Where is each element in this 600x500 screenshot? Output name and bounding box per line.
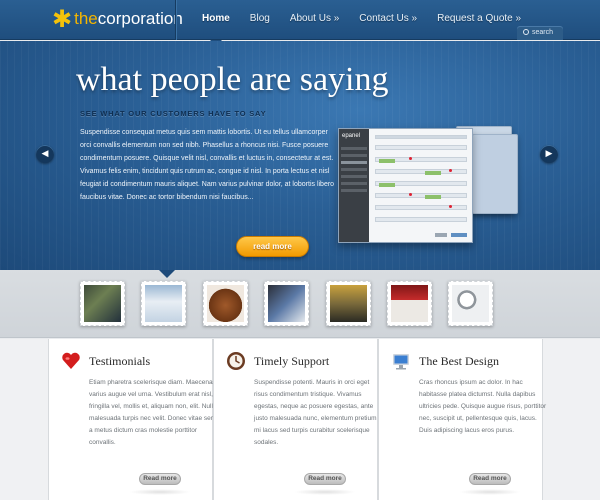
thumbnail[interactable] <box>80 281 125 326</box>
read-more-button[interactable]: Read more <box>469 473 511 485</box>
search-tab[interactable]: search <box>517 26 563 40</box>
chevron-right-icon[interactable]: ▶ <box>540 145 558 163</box>
sidebar-line <box>341 182 367 185</box>
toggle-on <box>425 171 441 175</box>
monitor-icon <box>393 354 409 370</box>
toggle-on <box>379 183 395 187</box>
read-more-button[interactable]: read more <box>236 236 309 257</box>
sidebar-line <box>341 189 367 192</box>
toggle-on <box>379 159 395 163</box>
thumbnail[interactable] <box>264 281 309 326</box>
search-icon <box>523 29 529 35</box>
main-nav: Home Blog About Us » Contact Us » Reques… <box>192 0 531 46</box>
nav-item-request-a-quote[interactable]: Request a Quote » <box>427 0 531 40</box>
heart-icon <box>62 352 80 369</box>
feature-text: Etiam pharetra scelerisque diam. Maecena… <box>89 379 217 446</box>
nav-label: Contact Us » <box>359 13 418 24</box>
thumbnail[interactable] <box>387 281 432 326</box>
epanel-screenshot: epanel <box>338 126 518 246</box>
thumbnail-image <box>145 285 182 322</box>
clock-icon <box>227 352 245 370</box>
nav-item-blog[interactable]: Blog <box>240 0 280 40</box>
thumbnail[interactable] <box>326 281 371 326</box>
button-shadow <box>459 489 521 495</box>
feature-column-testimonials: Testimonials Etiam pharetra scelerisque … <box>48 339 217 500</box>
sidebar-line <box>341 154 367 157</box>
thumbnail-image <box>268 285 305 322</box>
feature-text: Cras rhoncus ipsum ac dolor. In hac habi… <box>419 379 547 434</box>
nav-item-contact-us[interactable]: Contact Us » <box>349 0 427 40</box>
thumbnail-image <box>84 285 121 322</box>
nav-label: Blog <box>249 13 270 24</box>
settings-row <box>375 205 467 210</box>
nav-label: Home <box>202 13 230 24</box>
button-shadow <box>294 489 356 495</box>
hero-title: what people are saying <box>76 61 389 98</box>
feature-title: Testimonials <box>89 354 151 368</box>
thumbnail[interactable] <box>203 281 248 326</box>
sidebar-line <box>341 147 367 150</box>
nav-item-home[interactable]: Home <box>192 0 240 46</box>
nav-item-about-us[interactable]: About Us » <box>280 0 349 40</box>
panel-button <box>451 233 467 237</box>
star-icon: ✱ <box>52 5 73 33</box>
briefcase-icon <box>207 285 244 322</box>
header-divider <box>175 0 176 40</box>
thumbnail-image <box>391 285 428 322</box>
logo-prefix: the <box>74 9 98 28</box>
nav-label: Request a Quote » <box>437 13 522 24</box>
chevron-left-icon[interactable]: ◀ <box>36 145 54 163</box>
feature-column-best-design: The Best Design Cras rhoncus ipsum ac do… <box>378 339 546 500</box>
status-dot <box>449 205 452 208</box>
feature-column-timely-support: Timely Support Suspendisse potenti. Maur… <box>213 339 378 500</box>
status-dot <box>409 157 412 160</box>
feature-title: Timely Support <box>254 354 330 368</box>
feature-text: Suspendisse potenti. Mauris in orci eget… <box>254 379 377 446</box>
hero-subtitle: SEE WHAT OUR CUSTOMERS HAVE TO SAY <box>80 109 267 118</box>
status-dot <box>409 193 412 196</box>
status-dot <box>449 169 452 172</box>
button-shadow <box>129 489 191 495</box>
thumbnail[interactable] <box>141 281 186 326</box>
logo-name: corporation <box>97 9 183 28</box>
epanel-window: epanel <box>338 128 473 243</box>
sidebar-line <box>341 168 367 171</box>
settings-row <box>375 217 467 222</box>
nav-label: About Us » <box>289 13 340 24</box>
hero-slider: what people are saying SEE WHAT OUR CUST… <box>0 41 600 270</box>
header: ✱ the corporation Home Blog About Us » Co… <box>0 0 600 46</box>
toggle-on <box>425 195 441 199</box>
search-label: search <box>532 29 554 36</box>
tab-row <box>375 135 467 139</box>
thumbnail-strip <box>0 270 600 338</box>
active-slide-notch <box>159 270 175 278</box>
magnifier-icon <box>452 285 489 322</box>
feature-title: The Best Design <box>419 354 499 368</box>
logo[interactable]: ✱ the corporation <box>52 7 183 31</box>
sidebar-line <box>341 161 367 164</box>
screenshot-back-pane <box>472 134 518 214</box>
settings-row <box>375 145 467 150</box>
panel-button <box>435 233 447 237</box>
settings-row <box>375 169 467 174</box>
settings-row <box>375 193 467 198</box>
epanel-sidebar: epanel <box>339 129 369 242</box>
hero-body: Suspendisse consequat metus quis sem mat… <box>80 129 335 201</box>
read-more-button[interactable]: Read more <box>139 473 181 485</box>
epanel-brand: epanel <box>342 133 361 139</box>
sidebar-line <box>341 175 367 178</box>
thumbnail[interactable] <box>448 281 493 326</box>
read-more-button[interactable]: Read more <box>304 473 346 485</box>
page: ✱ the corporation Home Blog About Us » Co… <box>0 0 600 500</box>
features-section: Testimonials Etiam pharetra scelerisque … <box>0 339 600 500</box>
thumbnail-image <box>330 285 367 322</box>
